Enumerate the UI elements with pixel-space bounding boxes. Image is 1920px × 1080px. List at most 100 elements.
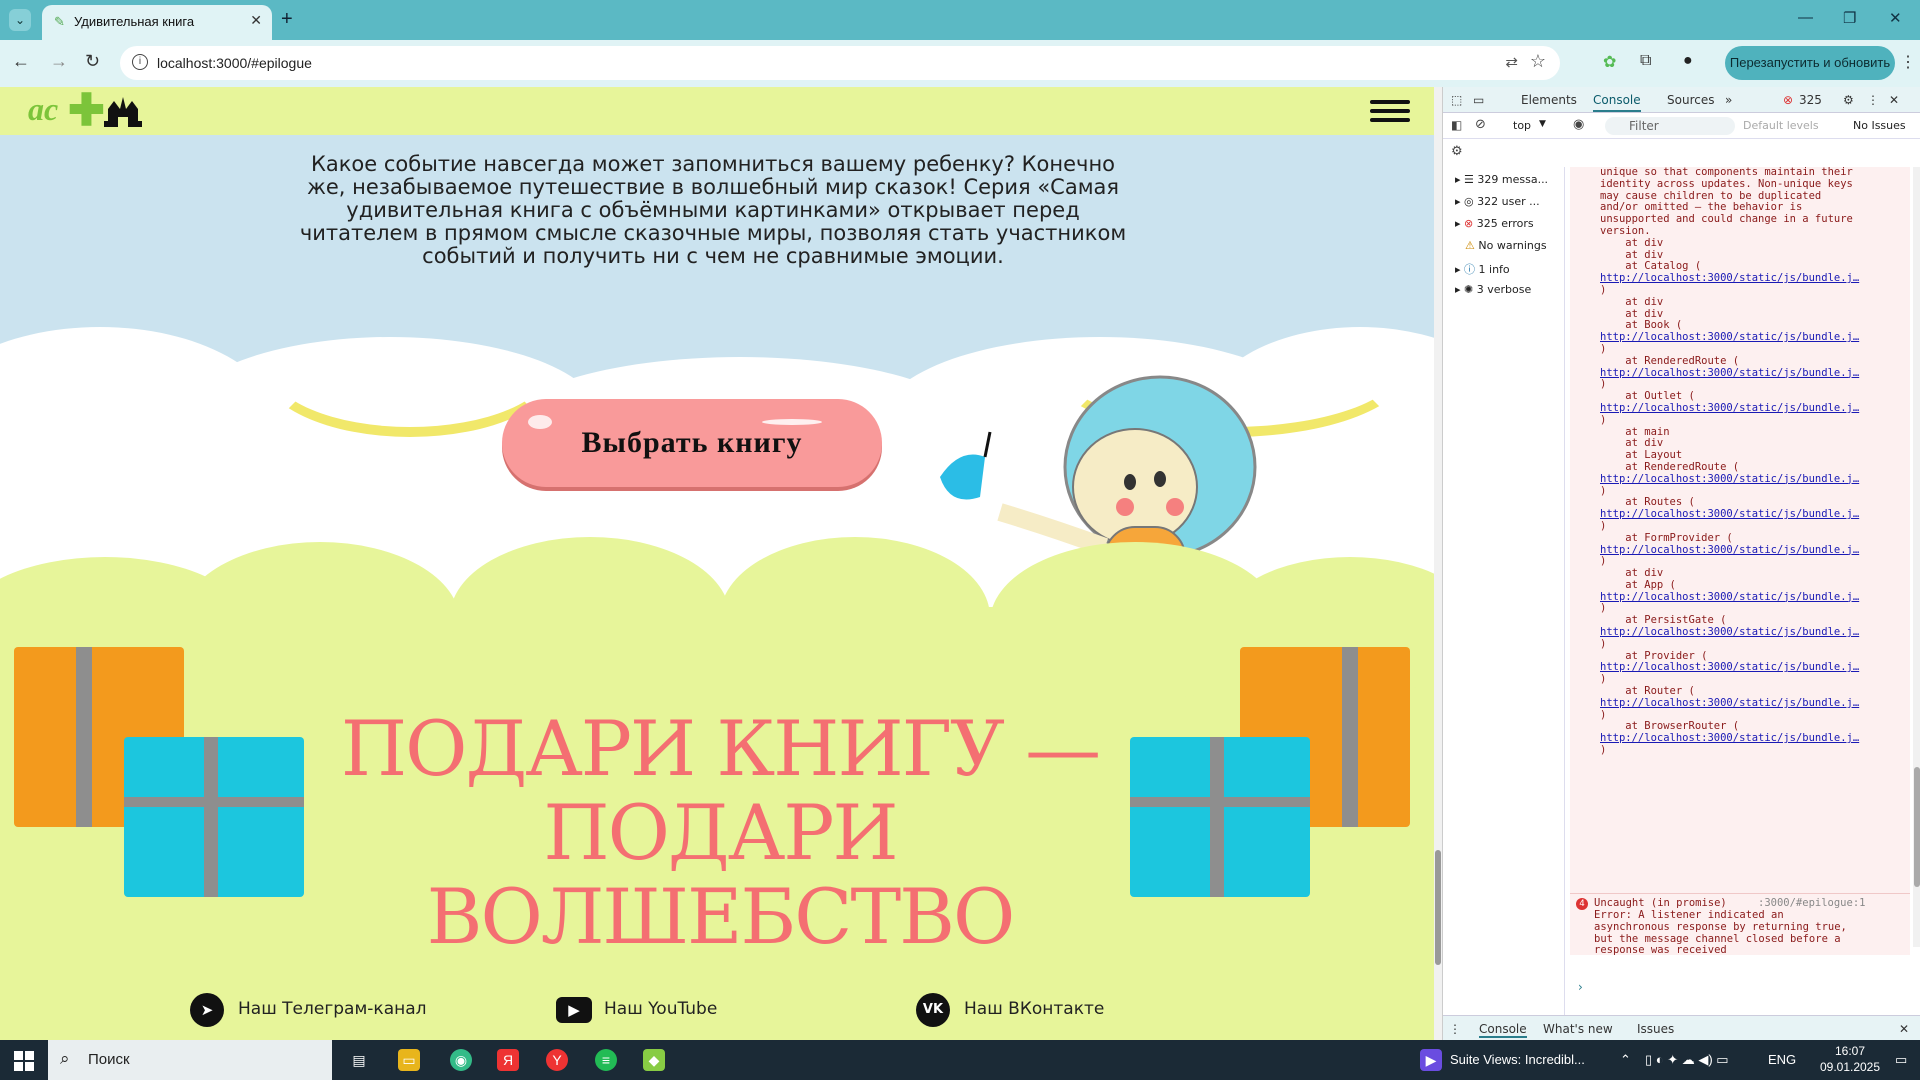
media-icon[interactable]: ▶ bbox=[1420, 1049, 1442, 1071]
devtools-close-icon[interactable]: ✕ bbox=[1889, 93, 1899, 107]
app-icon[interactable]: ≡ bbox=[595, 1049, 617, 1071]
error-count[interactable]: 325 bbox=[1799, 93, 1822, 107]
stack-trace-link[interactable]: http://localhost:3000/static/js/bundle.j… bbox=[1600, 508, 1859, 520]
new-tab-icon[interactable]: + bbox=[281, 8, 293, 31]
window-close-icon[interactable]: ✕ bbox=[1889, 9, 1902, 27]
forward-icon[interactable]: → bbox=[50, 51, 68, 72]
tray-expand-icon[interactable]: ⌃ bbox=[1620, 1052, 1631, 1068]
profile-avatar[interactable]: ● bbox=[1683, 52, 1693, 70]
restore-icon[interactable]: ❐ bbox=[1843, 9, 1856, 27]
filter-input[interactable]: Filter bbox=[1605, 117, 1735, 135]
more-tabs-icon[interactable]: » bbox=[1725, 93, 1732, 107]
stack-trace-link[interactable]: http://localhost:3000/static/js/bundle.j… bbox=[1600, 544, 1859, 556]
windows-start-icon[interactable] bbox=[14, 1051, 34, 1071]
tab-search-button[interactable]: ⌄ bbox=[9, 9, 31, 31]
error-count-icon[interactable]: ⊗ bbox=[1783, 93, 1793, 107]
site-info-icon[interactable]: i bbox=[132, 54, 148, 70]
drawer-tabs: ⋮ Console What's new Issues ✕ bbox=[1443, 1015, 1920, 1040]
reload-icon[interactable]: ↻ bbox=[85, 51, 100, 72]
console-log-line: ) bbox=[1600, 283, 1607, 296]
youtube-link[interactable]: ▶ Наш YouTube bbox=[556, 997, 717, 1023]
close-tab-icon[interactable]: ✕ bbox=[250, 12, 262, 29]
drawer-menu-icon[interactable]: ⋮ bbox=[1449, 1022, 1461, 1036]
console-log-line: http://localhost:3000/static/js/bundle.j… bbox=[1570, 367, 1910, 380]
stack-trace-link[interactable]: http://localhost:3000/static/js/bundle.j… bbox=[1600, 272, 1859, 284]
issues-count[interactable]: No Issues bbox=[1853, 119, 1906, 132]
console-log[interactable]: unique so that components maintain their… bbox=[1570, 167, 1910, 947]
notifications-icon[interactable]: ▭ bbox=[1895, 1052, 1907, 1068]
log-levels-dropdown[interactable]: Default levels bbox=[1743, 119, 1819, 132]
yandex-browser-icon[interactable]: Y bbox=[546, 1049, 568, 1071]
clock[interactable]: 16:07 09.01.2025 bbox=[1810, 1043, 1890, 1075]
vk-link[interactable]: VK Наш ВКонтакте bbox=[916, 993, 1104, 1027]
page-scrollbar[interactable] bbox=[1434, 87, 1442, 1040]
stack-trace-link[interactable]: http://localhost:3000/static/js/bundle.j… bbox=[1600, 626, 1859, 638]
devtools-menu-icon[interactable]: ⋮ bbox=[1867, 93, 1879, 107]
now-playing-text[interactable]: Suite Views: Incredibl... bbox=[1450, 1052, 1585, 1067]
console-sidebar: ▸ ☰ 329 messa... ▸ ◎ 322 user ... ▸ ⊗ 32… bbox=[1443, 167, 1565, 1027]
menu-icon[interactable] bbox=[1370, 95, 1410, 127]
address-bar[interactable]: i localhost:3000/#epilogue ⇄ ☆ bbox=[120, 46, 1560, 80]
inspect-icon[interactable]: ⬚ bbox=[1451, 93, 1462, 107]
gift-heading-line1: ПОДАРИ КНИГУ — bbox=[340, 704, 1101, 793]
stack-trace-link[interactable]: http://localhost:3000/static/js/bundle.j… bbox=[1600, 697, 1859, 709]
language-indicator[interactable]: ENG bbox=[1768, 1052, 1796, 1067]
bookmark-star-icon[interactable]: ☆ bbox=[1530, 51, 1546, 72]
drawer-tab-whats-new[interactable]: What's new bbox=[1543, 1022, 1613, 1036]
stack-trace-link[interactable]: http://localhost:3000/static/js/bundle.j… bbox=[1600, 473, 1859, 485]
translate-icon[interactable]: ⇄ bbox=[1505, 53, 1518, 71]
tab-elements[interactable]: Elements bbox=[1521, 93, 1577, 107]
browser-menu-icon[interactable]: ⋮ bbox=[1900, 52, 1916, 72]
sidebar-messages[interactable]: ▸ ☰ 329 messa... bbox=[1455, 173, 1548, 186]
sidebar-info[interactable]: ▸ ⓘ 1 info bbox=[1455, 261, 1510, 277]
sidebar-errors[interactable]: ▸ ⊗ 325 errors bbox=[1455, 217, 1534, 230]
sidebar-toggle-icon[interactable]: ◧ bbox=[1451, 118, 1462, 132]
drawer-tab-console[interactable]: Console bbox=[1479, 1022, 1527, 1038]
stack-trace-link[interactable]: http://localhost:3000/static/js/bundle.j… bbox=[1600, 661, 1859, 674]
tray-icons[interactable]: ▯ ◐ ✦ ☁ ◀) ▭ bbox=[1645, 1052, 1729, 1068]
task-view-icon[interactable]: ▤ bbox=[348, 1049, 370, 1071]
settings-gear-icon[interactable]: ⚙ bbox=[1843, 93, 1854, 107]
sidebar-verbose[interactable]: ▸ ✺ 3 verbose bbox=[1455, 283, 1531, 296]
extension-icon[interactable]: ✿ bbox=[1603, 52, 1616, 72]
clear-console-icon[interactable]: ⊘ bbox=[1475, 117, 1486, 132]
eye-icon[interactable]: ◉ bbox=[1573, 117, 1584, 132]
console-settings-icon[interactable]: ⚙ bbox=[1451, 144, 1463, 159]
stack-trace-link[interactable]: http://localhost:3000/static/js/bundle.j… bbox=[1600, 367, 1859, 379]
telegram-link[interactable]: ➤ Наш Телеграм-канал bbox=[190, 993, 427, 1027]
log-scrollbar[interactable] bbox=[1913, 167, 1920, 947]
stack-trace-link[interactable]: http://localhost:3000/static/js/bundle.j… bbox=[1600, 402, 1859, 414]
back-icon[interactable]: ← bbox=[12, 51, 30, 72]
chrome-icon[interactable]: ◉ bbox=[450, 1049, 472, 1071]
file-explorer-icon[interactable]: ▭ bbox=[398, 1049, 420, 1071]
logo-text[interactable]: ac bbox=[28, 91, 58, 128]
minimize-icon[interactable]: — bbox=[1798, 9, 1813, 26]
tab-sources[interactable]: Sources bbox=[1667, 93, 1714, 107]
yandex-icon[interactable]: Я bbox=[497, 1049, 519, 1071]
tab-console[interactable]: Console bbox=[1593, 93, 1641, 112]
browser-tab[interactable]: ✎ Удивительная книга ✕ bbox=[42, 5, 272, 40]
device-toolbar-icon[interactable]: ▭ bbox=[1473, 93, 1484, 107]
scrollbar-thumb[interactable] bbox=[1435, 850, 1441, 965]
console-error-entry[interactable]: 4 Uncaught (in promise) :3000/#epilogue:… bbox=[1570, 893, 1910, 956]
sidebar-warnings[interactable]: ⚠ No warnings bbox=[1465, 239, 1547, 252]
context-selector[interactable]: top bbox=[1513, 119, 1531, 132]
console-log-line: http://localhost:3000/static/js/bundle.j… bbox=[1570, 662, 1910, 674]
extensions-puzzle-icon[interactable]: ⧉ bbox=[1640, 52, 1651, 70]
drawer-tab-issues[interactable]: Issues bbox=[1637, 1022, 1674, 1036]
app-icon[interactable]: ◆ bbox=[643, 1049, 665, 1071]
tab-title: Удивительная книга bbox=[74, 14, 195, 29]
castle-logo-icon[interactable] bbox=[100, 91, 146, 129]
log-scrollbar-thumb[interactable] bbox=[1914, 767, 1920, 887]
stack-trace-link[interactable]: http://localhost:3000/static/js/bundle.j… bbox=[1600, 591, 1859, 603]
relaunch-button[interactable]: Перезапустить и обновить bbox=[1725, 46, 1895, 80]
taskbar-search[interactable]: ⌕ Поиск bbox=[48, 1040, 332, 1080]
url-text[interactable]: localhost:3000/#epilogue bbox=[157, 55, 312, 71]
choose-book-button[interactable]: Выбрать книгу bbox=[502, 399, 882, 487]
drawer-close-icon[interactable]: ✕ bbox=[1899, 1022, 1909, 1036]
console-prompt-icon[interactable]: › bbox=[1578, 980, 1583, 994]
stack-trace-link[interactable]: http://localhost:3000/static/js/bundle.j… bbox=[1600, 331, 1859, 343]
stack-trace-link[interactable]: http://localhost:3000/static/js/bundle.j… bbox=[1600, 732, 1859, 744]
sidebar-user-messages[interactable]: ▸ ◎ 322 user ... bbox=[1455, 195, 1540, 208]
context-dropdown-icon[interactable]: ▼ bbox=[1539, 119, 1546, 129]
